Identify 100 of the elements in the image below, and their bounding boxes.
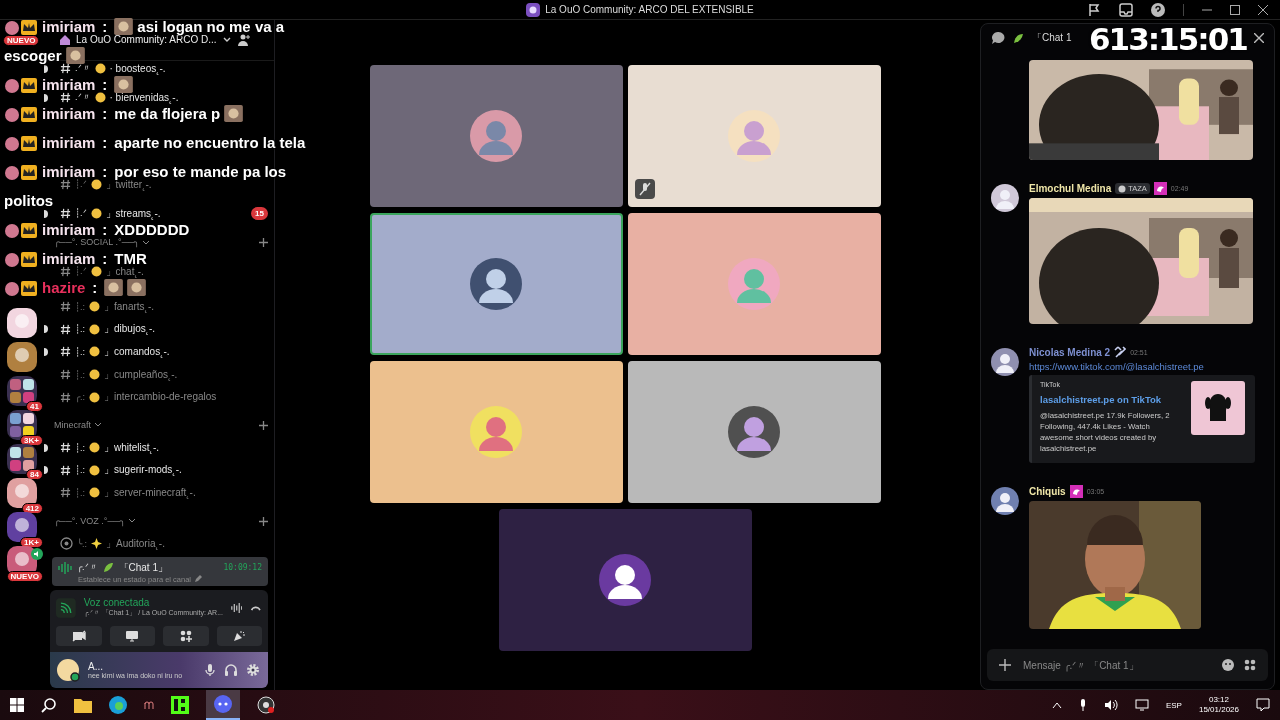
hash-icon bbox=[60, 464, 71, 476]
avatar[interactable] bbox=[56, 657, 80, 682]
add-icon[interactable] bbox=[999, 659, 1011, 671]
server-icon[interactable] bbox=[7, 478, 37, 508]
avatar[interactable] bbox=[991, 487, 1019, 515]
participant-tile[interactable] bbox=[369, 213, 623, 355]
channel-item[interactable]: ┊.: 」fanarts˛-. bbox=[52, 295, 268, 319]
close-icon[interactable] bbox=[1254, 33, 1264, 43]
channel-item[interactable]: ┊.: 」whitelist˛-. bbox=[52, 436, 268, 460]
category-label[interactable]: Minecraft bbox=[54, 420, 91, 431]
notification-badge: NUEVO bbox=[6, 571, 43, 582]
channel-item[interactable]: ┊.: 」server-minecraft˛-. bbox=[52, 481, 268, 505]
add-icon[interactable] bbox=[259, 516, 268, 526]
add-icon[interactable] bbox=[259, 238, 268, 248]
hash-icon bbox=[60, 487, 71, 499]
add-icon[interactable] bbox=[259, 420, 268, 430]
apps-icon[interactable] bbox=[1244, 659, 1256, 671]
windows-start-icon[interactable] bbox=[10, 698, 24, 712]
microphone-icon[interactable] bbox=[204, 662, 216, 677]
link[interactable]: https://www.tiktok.com/@lasalchistreet.pe bbox=[1029, 361, 1255, 373]
server-folder-icon[interactable] bbox=[7, 410, 37, 440]
activities-button[interactable] bbox=[163, 625, 209, 646]
participant-tile[interactable] bbox=[498, 509, 752, 651]
recorder-icon[interactable] bbox=[257, 696, 275, 714]
avatar bbox=[469, 109, 523, 163]
speaker-icon[interactable] bbox=[1103, 699, 1118, 711]
close-icon[interactable] bbox=[1258, 5, 1268, 15]
author-name[interactable]: Nicolas Medina 2 bbox=[1029, 346, 1111, 358]
chevron-up-icon[interactable] bbox=[1051, 701, 1062, 709]
flag-icon[interactable] bbox=[1087, 3, 1101, 17]
channel-item[interactable]: ┊.: 」cumpleaños˛-. bbox=[52, 363, 268, 386]
channel-item[interactable]: ┊.ᐟ 」twitter˛-. bbox=[52, 179, 268, 191]
separator: : bbox=[102, 105, 108, 122]
avatar[interactable] bbox=[991, 348, 1019, 377]
headphones-icon[interactable] bbox=[224, 662, 238, 677]
channel-item[interactable]: ┊.: 」dibujos˛-. bbox=[52, 318, 268, 341]
participant-tile[interactable] bbox=[627, 361, 881, 503]
clock[interactable]: 03:12 15/01/2026 bbox=[1198, 695, 1239, 715]
browser-icon[interactable] bbox=[109, 696, 127, 714]
emoji-icon bbox=[89, 346, 100, 358]
channel-item[interactable]: ┊.ᐟ 」chat˛-. bbox=[52, 266, 268, 278]
window-title: La OuO Community: ARCO DEL EXTENSIBLE bbox=[545, 4, 754, 15]
chevron-down-icon[interactable] bbox=[142, 239, 151, 247]
channel-item[interactable]: ┊.: 」comandos˛-. bbox=[52, 340, 268, 364]
chat-app-button[interactable] bbox=[206, 690, 240, 720]
app-icon[interactable] bbox=[171, 696, 189, 714]
stage-icon bbox=[60, 537, 73, 551]
add-member-icon[interactable] bbox=[236, 33, 251, 47]
emoji-icon bbox=[90, 208, 102, 220]
emoji-icon bbox=[89, 301, 100, 313]
embed-title[interactable]: lasalchistreet.pe on TikTok bbox=[1040, 394, 1183, 406]
chat-username: imiriam bbox=[42, 221, 96, 238]
screen-share-icon bbox=[125, 629, 140, 642]
emoji-icon[interactable] bbox=[1222, 659, 1234, 671]
emote-icon bbox=[127, 279, 147, 296]
author-name[interactable]: Elmochul Medina bbox=[1029, 183, 1112, 195]
participant-tile[interactable] bbox=[369, 65, 623, 207]
avatar[interactable] bbox=[991, 184, 1019, 213]
search-icon[interactable] bbox=[41, 697, 57, 713]
server-folder-icon[interactable] bbox=[7, 444, 37, 474]
chat-badge-icon bbox=[4, 163, 38, 180]
channel-item[interactable]: ╰.: 」Auditoria˛-. bbox=[52, 532, 268, 555]
server-icon[interactable] bbox=[7, 512, 37, 542]
inbox-icon[interactable] bbox=[1119, 3, 1133, 17]
participant-tile[interactable] bbox=[627, 213, 881, 355]
channel-title: 「Chat 1 bbox=[1032, 31, 1072, 45]
participant-tile[interactable] bbox=[627, 65, 881, 207]
channel-item[interactable]: ╭.: 」intercambio-de-regalos bbox=[52, 385, 268, 409]
category-label[interactable]: ╭──°. SOCIAL .°──╮ bbox=[54, 237, 140, 249]
folder-icon[interactable] bbox=[74, 697, 92, 713]
category-label[interactable]: ╭──°. VOZ .°──╮ bbox=[54, 516, 126, 527]
channel-item[interactable]: ┊.ᐟ 」streams˛-. 15 bbox=[52, 208, 268, 220]
participant-tile[interactable] bbox=[369, 361, 623, 503]
author-name[interactable]: Chiquis bbox=[1029, 486, 1066, 497]
chat-message: TMR bbox=[114, 250, 147, 267]
unread-indicator bbox=[44, 210, 48, 218]
help-icon[interactable] bbox=[1151, 3, 1165, 17]
soundboard-button[interactable] bbox=[216, 625, 262, 646]
chat-badge-icon bbox=[4, 134, 38, 151]
server-icon[interactable] bbox=[7, 308, 37, 338]
language-indicator[interactable]: ESP bbox=[1165, 700, 1182, 710]
maximize-icon[interactable] bbox=[1230, 5, 1240, 15]
server-folder-icon[interactable] bbox=[7, 376, 37, 406]
waveform-icon[interactable] bbox=[231, 601, 243, 614]
pencil-icon[interactable] bbox=[194, 575, 202, 584]
channel-item[interactable]: ┊.: 」sugerir-mods˛-. bbox=[52, 459, 268, 482]
microphone-icon[interactable] bbox=[1078, 699, 1087, 711]
channel-item[interactable]: .ᐟ〃 · bienvenidas˛-. bbox=[52, 92, 268, 104]
chat-badge-icon bbox=[4, 105, 38, 122]
unread-indicator bbox=[44, 347, 48, 356]
separator: : bbox=[102, 76, 108, 93]
camera-off-button[interactable] bbox=[56, 625, 102, 646]
unread-indicator bbox=[44, 325, 48, 334]
screen-share-button[interactable] bbox=[109, 625, 155, 646]
server-icon[interactable] bbox=[7, 342, 37, 372]
server-name[interactable]: La OuO Community: ARCO D... bbox=[76, 34, 217, 46]
mention-badge: 15 bbox=[251, 207, 268, 221]
network-icon[interactable] bbox=[1134, 699, 1149, 711]
settings-icon[interactable] bbox=[246, 662, 260, 677]
notification-icon[interactable] bbox=[1256, 698, 1270, 712]
